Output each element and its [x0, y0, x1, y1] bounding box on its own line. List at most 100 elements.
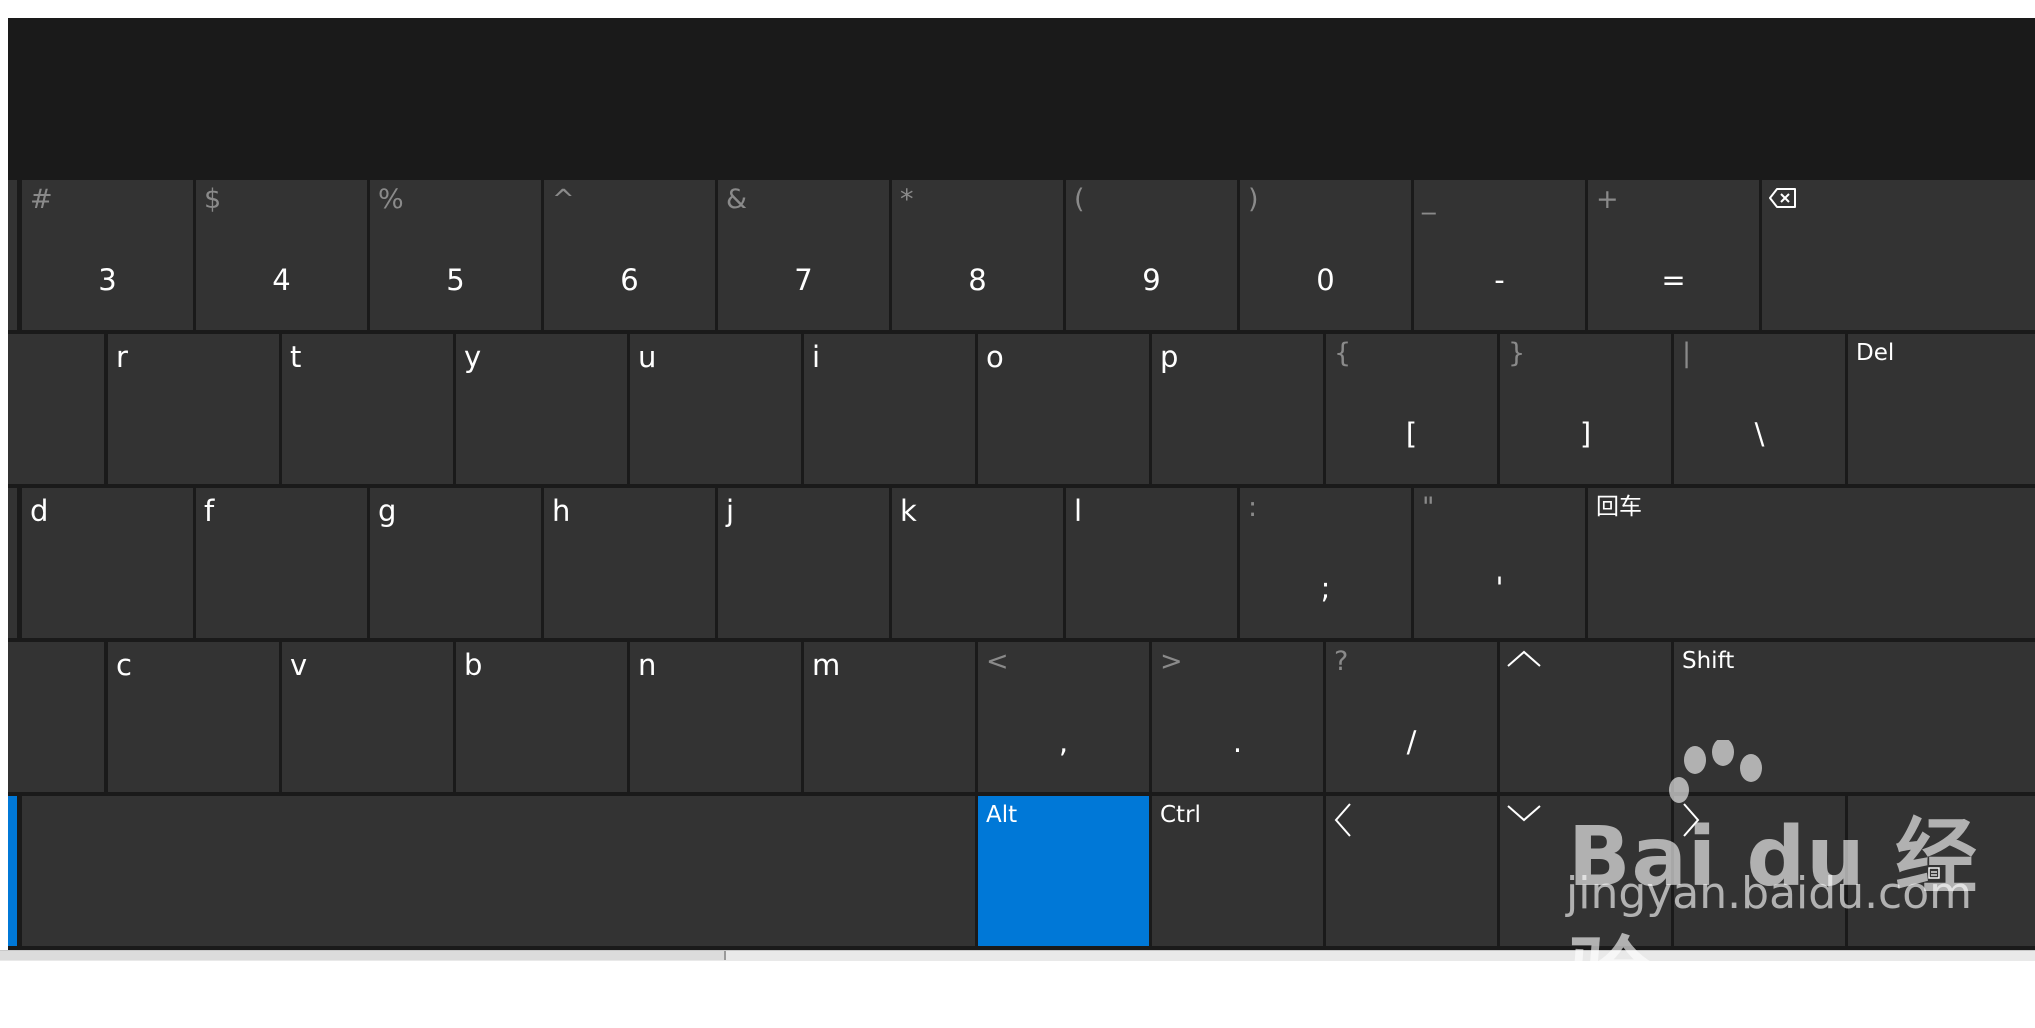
key-8[interactable]: * 8: [892, 180, 1063, 330]
key-e-partial[interactable]: [8, 334, 104, 484]
key-label: Ctrl: [1160, 802, 1201, 828]
key-4[interactable]: $ 4: [196, 180, 367, 330]
key-delete[interactable]: Del: [1848, 334, 2035, 484]
key-main-symbol: 5: [446, 263, 465, 297]
backspace-icon: [1769, 188, 1796, 208]
key-shift-symbol: _: [1422, 184, 1436, 215]
key-shift-symbol: |: [1682, 338, 1692, 369]
key-label: h: [552, 494, 571, 528]
key-shift-symbol: ^: [552, 184, 575, 215]
key-label: g: [378, 494, 397, 528]
key-label: l: [1074, 494, 1083, 528]
key-label: k: [900, 494, 917, 528]
key-l[interactable]: l: [1066, 488, 1237, 638]
key-label: u: [638, 340, 657, 374]
key-main-symbol: ': [1495, 571, 1504, 605]
key-label: f: [204, 494, 215, 528]
key-s-partial[interactable]: [8, 488, 17, 638]
key-label: c: [116, 648, 132, 682]
baidu-jingyan-watermark: Bai du 经验 jingyan.baidu.com: [1540, 730, 2035, 1024]
key-u[interactable]: u: [630, 334, 801, 484]
key-x-partial[interactable]: [8, 642, 104, 792]
key-shift-symbol: {: [1334, 338, 1352, 369]
key-label: v: [290, 648, 308, 682]
key-j[interactable]: j: [718, 488, 889, 638]
key-semicolon[interactable]: : ;: [1240, 488, 1411, 638]
key-label: p: [1160, 340, 1179, 374]
key-ctrl[interactable]: Ctrl: [1152, 796, 1323, 946]
key-main-symbol: 8: [968, 263, 987, 297]
key-alt[interactable]: Alt: [978, 796, 1149, 946]
key-main-symbol: 6: [620, 263, 639, 297]
key-m[interactable]: m: [804, 642, 975, 792]
key-label: i: [812, 340, 821, 374]
key-c[interactable]: c: [108, 642, 279, 792]
key-f[interactable]: f: [196, 488, 367, 638]
key-main-symbol: ]: [1579, 417, 1592, 451]
key-g[interactable]: g: [370, 488, 541, 638]
key-t[interactable]: t: [282, 334, 453, 484]
key-9[interactable]: ( 9: [1066, 180, 1237, 330]
key-left-bracket[interactable]: { [: [1326, 334, 1497, 484]
key-number-row-partial[interactable]: [8, 180, 17, 330]
key-label: t: [290, 340, 302, 374]
key-label: y: [464, 340, 482, 374]
key-shift-symbol: }: [1508, 338, 1526, 369]
key-main-symbol: -: [1494, 263, 1505, 297]
on-screen-keyboard-window: # 3 $ 4 % 5 ^ 6 & 7 * 8 ( 9 ) 0 _ - + = …: [0, 0, 2035, 1024]
key-label: r: [116, 340, 128, 374]
key-6[interactable]: ^ 6: [544, 180, 715, 330]
top-edge: [0, 0, 2035, 18]
key-p[interactable]: p: [1152, 334, 1323, 484]
key-enter[interactable]: 回车: [1588, 488, 2035, 638]
key-shift-symbol: :: [1248, 492, 1258, 523]
key-label: o: [986, 340, 1004, 374]
left-edge: [0, 18, 8, 960]
key-shift-symbol: ": [1422, 492, 1435, 523]
key-h[interactable]: h: [544, 488, 715, 638]
key-shift-symbol: >: [1160, 646, 1183, 677]
key-comma[interactable]: < ,: [978, 642, 1149, 792]
key-right-bracket[interactable]: } ]: [1500, 334, 1671, 484]
key-label: m: [812, 648, 841, 682]
key-main-symbol: [: [1405, 417, 1418, 451]
key-0[interactable]: ) 0: [1240, 180, 1411, 330]
key-o[interactable]: o: [978, 334, 1149, 484]
key-main-symbol: 7: [794, 263, 813, 297]
key-n[interactable]: n: [630, 642, 801, 792]
key-slash[interactable]: ? /: [1326, 642, 1497, 792]
key-fn-partial[interactable]: [8, 796, 17, 946]
key-5[interactable]: % 5: [370, 180, 541, 330]
key-label: 回车: [1596, 494, 1642, 520]
key-main-symbol: ;: [1320, 571, 1331, 605]
key-main-symbol: 0: [1316, 263, 1335, 297]
key-main-symbol: .: [1232, 725, 1243, 759]
key-label: j: [726, 494, 735, 528]
key-7[interactable]: & 7: [718, 180, 889, 330]
key-3[interactable]: # 3: [22, 180, 193, 330]
key-shift-symbol: +: [1596, 184, 1619, 215]
key-equals[interactable]: + =: [1588, 180, 1759, 330]
key-shift-symbol: #: [30, 184, 53, 215]
key-minus[interactable]: _ -: [1414, 180, 1585, 330]
key-main-symbol: =: [1661, 263, 1686, 297]
key-d[interactable]: d: [22, 488, 193, 638]
key-main-symbol: 9: [1142, 263, 1161, 297]
key-v[interactable]: v: [282, 642, 453, 792]
key-shift-symbol: <: [986, 646, 1009, 677]
key-shift-symbol: ): [1248, 184, 1259, 215]
key-quote[interactable]: " ': [1414, 488, 1585, 638]
key-main-symbol: 4: [272, 263, 291, 297]
key-period[interactable]: > .: [1152, 642, 1323, 792]
key-backspace[interactable]: [1762, 180, 2035, 330]
key-arrow-left[interactable]: [1326, 796, 1497, 946]
key-space[interactable]: [22, 796, 975, 946]
key-r[interactable]: r: [108, 334, 279, 484]
key-y[interactable]: y: [456, 334, 627, 484]
key-b[interactable]: b: [456, 642, 627, 792]
key-k[interactable]: k: [892, 488, 1063, 638]
chevron-left-icon: [1334, 803, 1351, 837]
horizontal-scrollbar[interactable]: [0, 951, 726, 960]
key-backslash[interactable]: | \: [1674, 334, 1845, 484]
key-i[interactable]: i: [804, 334, 975, 484]
